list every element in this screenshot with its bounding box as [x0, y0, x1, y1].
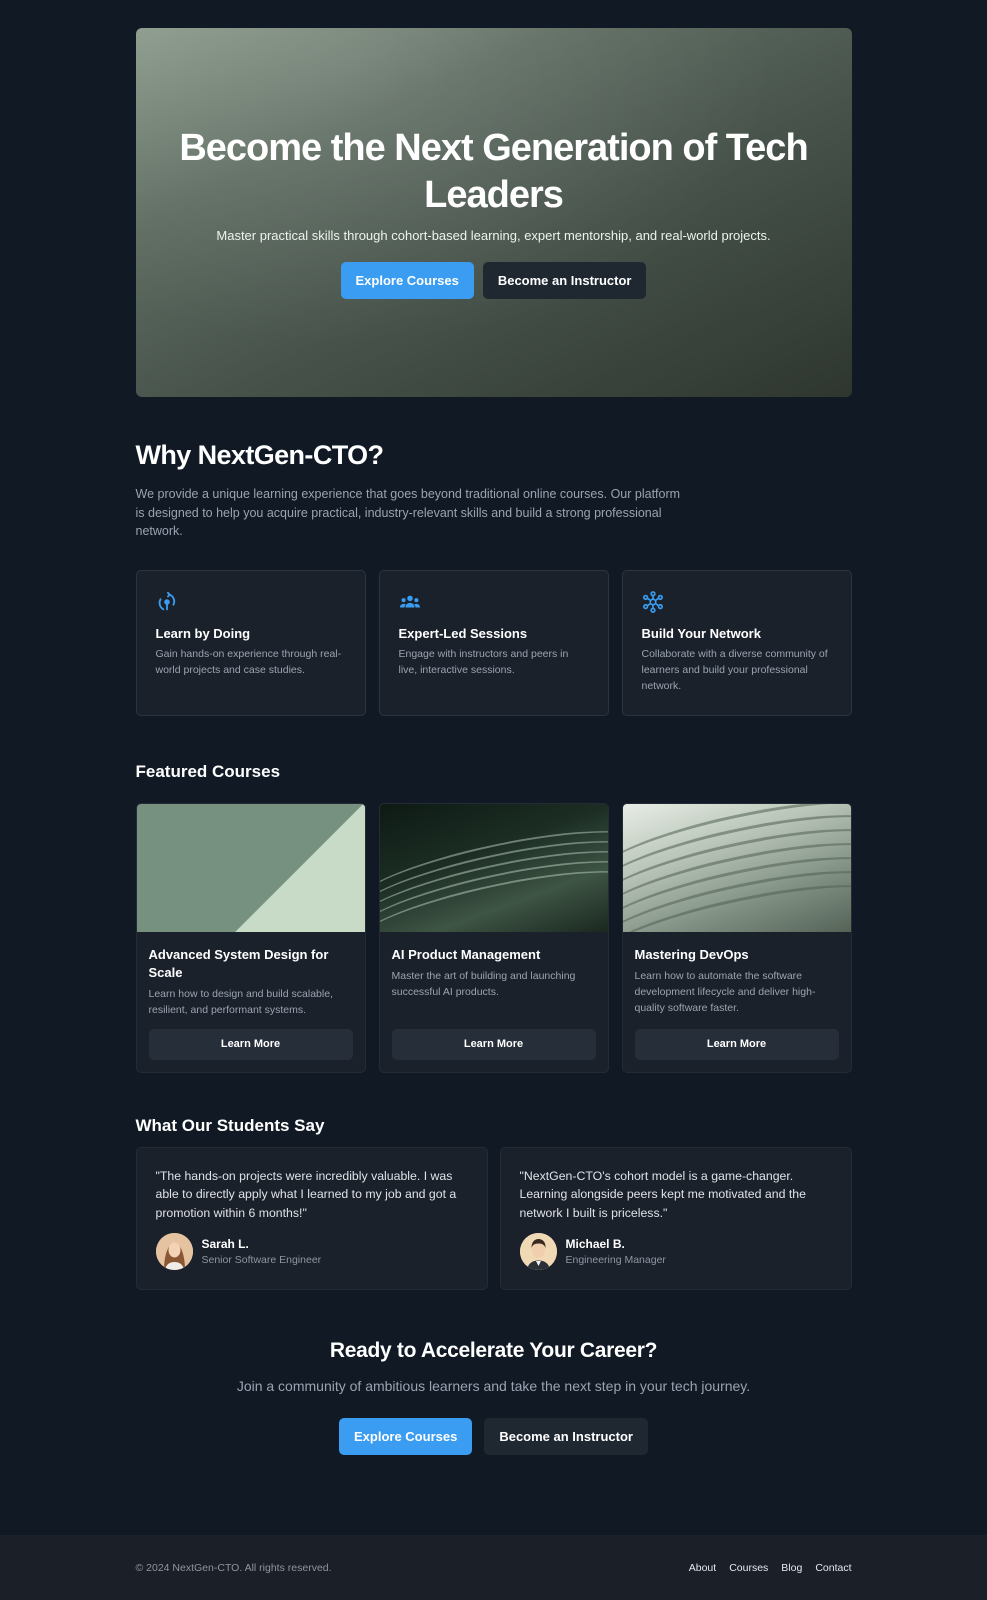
testimonial-grid: "The hands-on projects were incredibly v…	[135, 1146, 852, 1290]
hero-section: Become the Next Generation of Tech Leade…	[135, 28, 852, 397]
course-image	[622, 803, 851, 932]
avatar	[519, 1233, 557, 1270]
footer-link-contact[interactable]: Contact	[815, 1562, 851, 1574]
author-role: Engineering Manager	[565, 1254, 666, 1266]
learn-more-button[interactable]: Learn More	[391, 1028, 596, 1060]
course-description: Master the art of building and launching…	[391, 969, 576, 998]
feature-card-network: Build Your Network Collaborate with a di…	[621, 569, 852, 716]
course-card: Mastering DevOps Learn how to automate t…	[621, 802, 852, 1073]
course-card: AI Product Management Master the art of …	[378, 802, 609, 1073]
testimonial-card: "The hands-on projects were incredibly v…	[135, 1146, 488, 1290]
footer-link-blog[interactable]: Blog	[781, 1562, 802, 1574]
course-card: Advanced System Design for Scale Learn h…	[135, 802, 366, 1073]
cta-explore-courses-button[interactable]: Explore Courses	[339, 1417, 473, 1455]
testimonials-title: What Our Students Say	[135, 1115, 325, 1135]
hero-title: Become the Next Generation of Tech Leade…	[179, 127, 808, 216]
feature-card-learn-by-doing: Learn by Doing Gain hands-on experience …	[135, 569, 366, 716]
explore-courses-button[interactable]: Explore Courses	[340, 262, 474, 299]
course-title: AI Product Management	[391, 946, 541, 962]
feature-text: Gain hands-on experience through real-wo…	[155, 647, 342, 676]
hero-button-row: Explore Courses Become an Instructor	[136, 262, 852, 299]
group-icon	[399, 595, 420, 607]
cta-section: Ready to Accelerate Your Career? Join a …	[136, 1339, 852, 1455]
testimonial-author: Michael B. Engineering Manager	[519, 1233, 832, 1270]
feature-title: Learn by Doing	[155, 625, 251, 641]
testimonial-quote: "NextGen-CTO's cohort model is a game-ch…	[519, 1168, 806, 1220]
testimonial-card: "NextGen-CTO's cohort model is a game-ch…	[499, 1146, 852, 1290]
avatar	[155, 1233, 193, 1270]
testimonial-author: Sarah L. Senior Software Engineer	[155, 1233, 468, 1270]
author-name: Sarah L.	[201, 1237, 249, 1251]
network-icon	[642, 590, 663, 613]
feature-text: Collaborate with a diverse community of …	[641, 647, 828, 692]
feature-text: Engage with instructors and peers in liv…	[398, 647, 569, 676]
feature-card-expert-led: Expert-Led Sessions Engage with instruct…	[378, 569, 609, 716]
learn-by-doing-icon	[158, 591, 175, 610]
course-image	[379, 803, 608, 932]
copyright-text: © 2024 NextGen-CTO. All rights reserved.	[135, 1561, 332, 1574]
course-title: Advanced System Design for Scale	[148, 946, 329, 980]
learn-more-button[interactable]: Learn More	[148, 1028, 353, 1060]
cta-become-instructor-button[interactable]: Become an Instructor	[484, 1417, 648, 1455]
footer-link-courses[interactable]: Courses	[729, 1562, 768, 1574]
why-description: We provide a unique learning experience …	[135, 487, 681, 538]
page-container: Become the Next Generation of Tech Leade…	[135, 28, 852, 1455]
author-name: Michael B.	[565, 1237, 625, 1251]
why-title: Why NextGen-CTO?	[135, 440, 385, 470]
hero-subtitle: Master practical skills through cohort-b…	[216, 228, 771, 243]
feature-grid: Learn by Doing Gain hands-on experience …	[135, 569, 852, 716]
course-grid: Advanced System Design for Scale Learn h…	[135, 802, 852, 1073]
cta-text: Join a community of ambitious learners a…	[236, 1377, 751, 1394]
learn-more-button[interactable]: Learn More	[634, 1028, 839, 1060]
cta-title: Ready to Accelerate Your Career?	[329, 1338, 658, 1362]
feature-title: Expert-Led Sessions	[398, 625, 528, 641]
footer-link-about[interactable]: About	[689, 1562, 716, 1574]
course-description: Learn how to automate the software devel…	[634, 969, 816, 1014]
become-instructor-button[interactable]: Become an Instructor	[482, 262, 647, 299]
feature-title: Build Your Network	[641, 625, 761, 641]
author-role: Senior Software Engineer	[201, 1254, 322, 1266]
course-description: Learn how to design and build scalable, …	[148, 987, 333, 1016]
testimonial-quote: "The hands-on projects were incredibly v…	[155, 1168, 457, 1220]
course-title: Mastering DevOps	[634, 946, 749, 962]
footer-nav: About Courses Blog Contact	[689, 1562, 852, 1574]
course-image	[136, 803, 365, 932]
featured-courses-title: Featured Courses	[135, 761, 281, 781]
cta-button-row: Explore Courses Become an Instructor	[136, 1417, 852, 1455]
footer: © 2024 NextGen-CTO. All rights reserved.…	[0, 1535, 987, 1600]
